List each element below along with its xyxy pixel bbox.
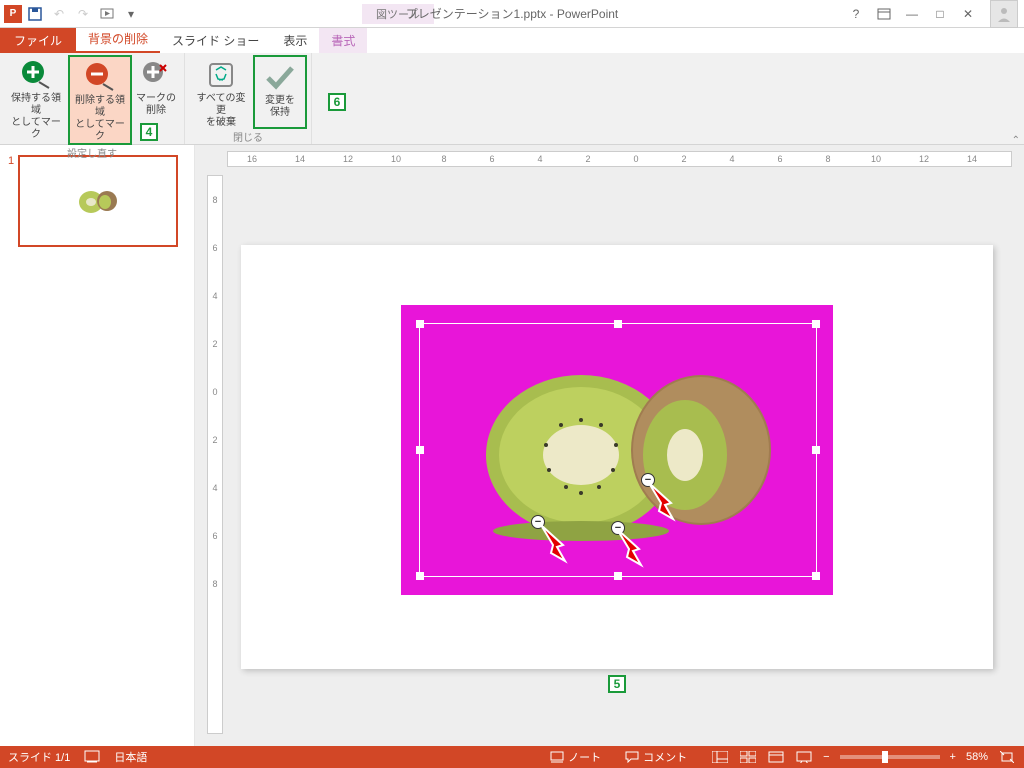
qat-customize-button[interactable]: ▾ xyxy=(120,3,142,25)
tab-background-removal[interactable]: 背景の削除 xyxy=(76,26,160,53)
delete-mark-icon xyxy=(140,59,172,91)
tab-slideshow[interactable]: スライド ショー xyxy=(160,28,271,53)
slide-editor[interactable]: 1614121086420246810121416 864202468 xyxy=(195,145,1024,746)
delete-mark-label: マークの 削除 xyxy=(136,93,176,117)
window-title: プレゼンテーション1.pptx - PowerPoint xyxy=(406,5,618,22)
instruction-arrow-3 xyxy=(645,479,685,523)
mark-keep-label: 保持する領域 としてマーク xyxy=(8,93,64,141)
resize-handle-nw[interactable] xyxy=(416,320,424,328)
thumbnail-kiwi-icon xyxy=(75,187,121,215)
title-bar: P ↶ ↷ ▾ 図ツール プレゼンテーション1.pptx - PowerPoin… xyxy=(0,0,1024,28)
slide-indicator[interactable]: スライド 1/1 xyxy=(8,749,70,765)
language-indicator[interactable]: 日本語 xyxy=(114,749,147,765)
instruction-arrow-1 xyxy=(537,521,577,565)
app-icon: P xyxy=(4,5,22,23)
step-badge-4: 4 xyxy=(140,123,158,141)
zoom-in-button[interactable]: + xyxy=(950,751,956,763)
group-close-label: 閉じる xyxy=(233,129,263,146)
ribbon-display-options-button[interactable] xyxy=(874,4,894,24)
keep-changes-button[interactable]: 変更を 保持 xyxy=(253,55,307,129)
slide-canvas[interactable]: − − − 5 xyxy=(241,245,993,669)
group-refine-label: 設定し直す xyxy=(67,145,117,162)
horizontal-ruler: 1614121086420246810121416 xyxy=(227,151,1012,167)
save-button[interactable] xyxy=(24,3,46,25)
workspace: 1 1614121086420246810121416 864202468 xyxy=(0,145,1024,746)
zoom-percent[interactable]: 58% xyxy=(966,751,988,763)
vertical-ruler: 864202468 xyxy=(207,175,223,734)
discard-all-changes-button[interactable]: すべての変更 を破棄 xyxy=(189,55,253,129)
step-badge-6: 6 xyxy=(328,93,346,111)
mark-remove-label: 削除する領域 としてマーク xyxy=(74,95,126,143)
tab-file[interactable]: ファイル xyxy=(0,28,76,53)
reading-view-button[interactable] xyxy=(767,750,785,764)
status-bar: スライド 1/1 日本語 ノート コメント − + 58% xyxy=(0,746,1024,768)
restore-button[interactable]: □ xyxy=(930,4,950,24)
start-from-beginning-button[interactable] xyxy=(96,3,118,25)
recycle-icon xyxy=(205,59,237,91)
slideshow-view-button[interactable] xyxy=(795,750,813,764)
slide-thumbnail-pane[interactable]: 1 xyxy=(0,145,195,746)
fit-to-window-button[interactable] xyxy=(998,750,1016,764)
minimize-button[interactable]: — xyxy=(902,4,922,24)
resize-handle-n[interactable] xyxy=(614,320,622,328)
ribbon-tabs: ファイル 背景の削除 スライド ショー 表示 書式 xyxy=(0,28,1024,53)
instruction-arrow-2 xyxy=(613,525,653,569)
zoom-slider[interactable] xyxy=(840,755,940,759)
notes-button[interactable]: ノート xyxy=(550,749,601,765)
discard-all-label: すべての変更 を破棄 xyxy=(193,93,249,129)
thumbnail-image[interactable] xyxy=(18,155,178,247)
user-account-icon[interactable] xyxy=(990,0,1018,28)
comments-button[interactable]: コメント xyxy=(625,749,687,765)
resize-handle-se[interactable] xyxy=(812,572,820,580)
tab-format[interactable]: 書式 xyxy=(319,28,367,53)
ribbon: 保持する領域 としてマーク 削除する領域 としてマーク マークの 削除 設定し直… xyxy=(0,53,1024,145)
zoom-slider-knob[interactable] xyxy=(882,751,888,763)
step-badge-5: 5 xyxy=(608,675,626,693)
window-controls: ? — □ ✕ xyxy=(846,0,1024,28)
resize-handle-s[interactable] xyxy=(614,572,622,580)
spellcheck-icon[interactable] xyxy=(84,750,100,764)
close-button[interactable]: ✕ xyxy=(958,4,978,24)
plus-circle-icon xyxy=(20,59,52,91)
undo-button[interactable]: ↶ xyxy=(48,3,70,25)
quick-access-toolbar: P ↶ ↷ ▾ xyxy=(0,3,142,25)
thumbnail-number: 1 xyxy=(8,155,14,247)
keep-changes-label: 変更を 保持 xyxy=(265,95,295,119)
redo-button[interactable]: ↷ xyxy=(72,3,94,25)
ribbon-group-close: すべての変更 を破棄 変更を 保持 閉じる xyxy=(185,53,312,144)
slide-sorter-view-button[interactable] xyxy=(739,750,757,764)
resize-handle-e[interactable] xyxy=(812,446,820,454)
help-button[interactable]: ? xyxy=(846,4,866,24)
resize-handle-sw[interactable] xyxy=(416,572,424,580)
tab-view[interactable]: 表示 xyxy=(271,28,319,53)
normal-view-button[interactable] xyxy=(711,750,729,764)
minus-circle-icon xyxy=(84,61,116,93)
zoom-out-button[interactable]: − xyxy=(823,751,829,763)
slide-thumbnail-1[interactable]: 1 xyxy=(8,155,186,247)
checkmark-icon xyxy=(264,61,296,93)
mark-areas-to-remove-button[interactable]: 削除する領域 としてマーク xyxy=(68,55,132,145)
status-bar-right: ノート コメント − + 58% xyxy=(550,749,1016,765)
mark-areas-to-keep-button[interactable]: 保持する領域 としてマーク xyxy=(4,55,68,145)
resize-handle-w[interactable] xyxy=(416,446,424,454)
resize-handle-ne[interactable] xyxy=(812,320,820,328)
